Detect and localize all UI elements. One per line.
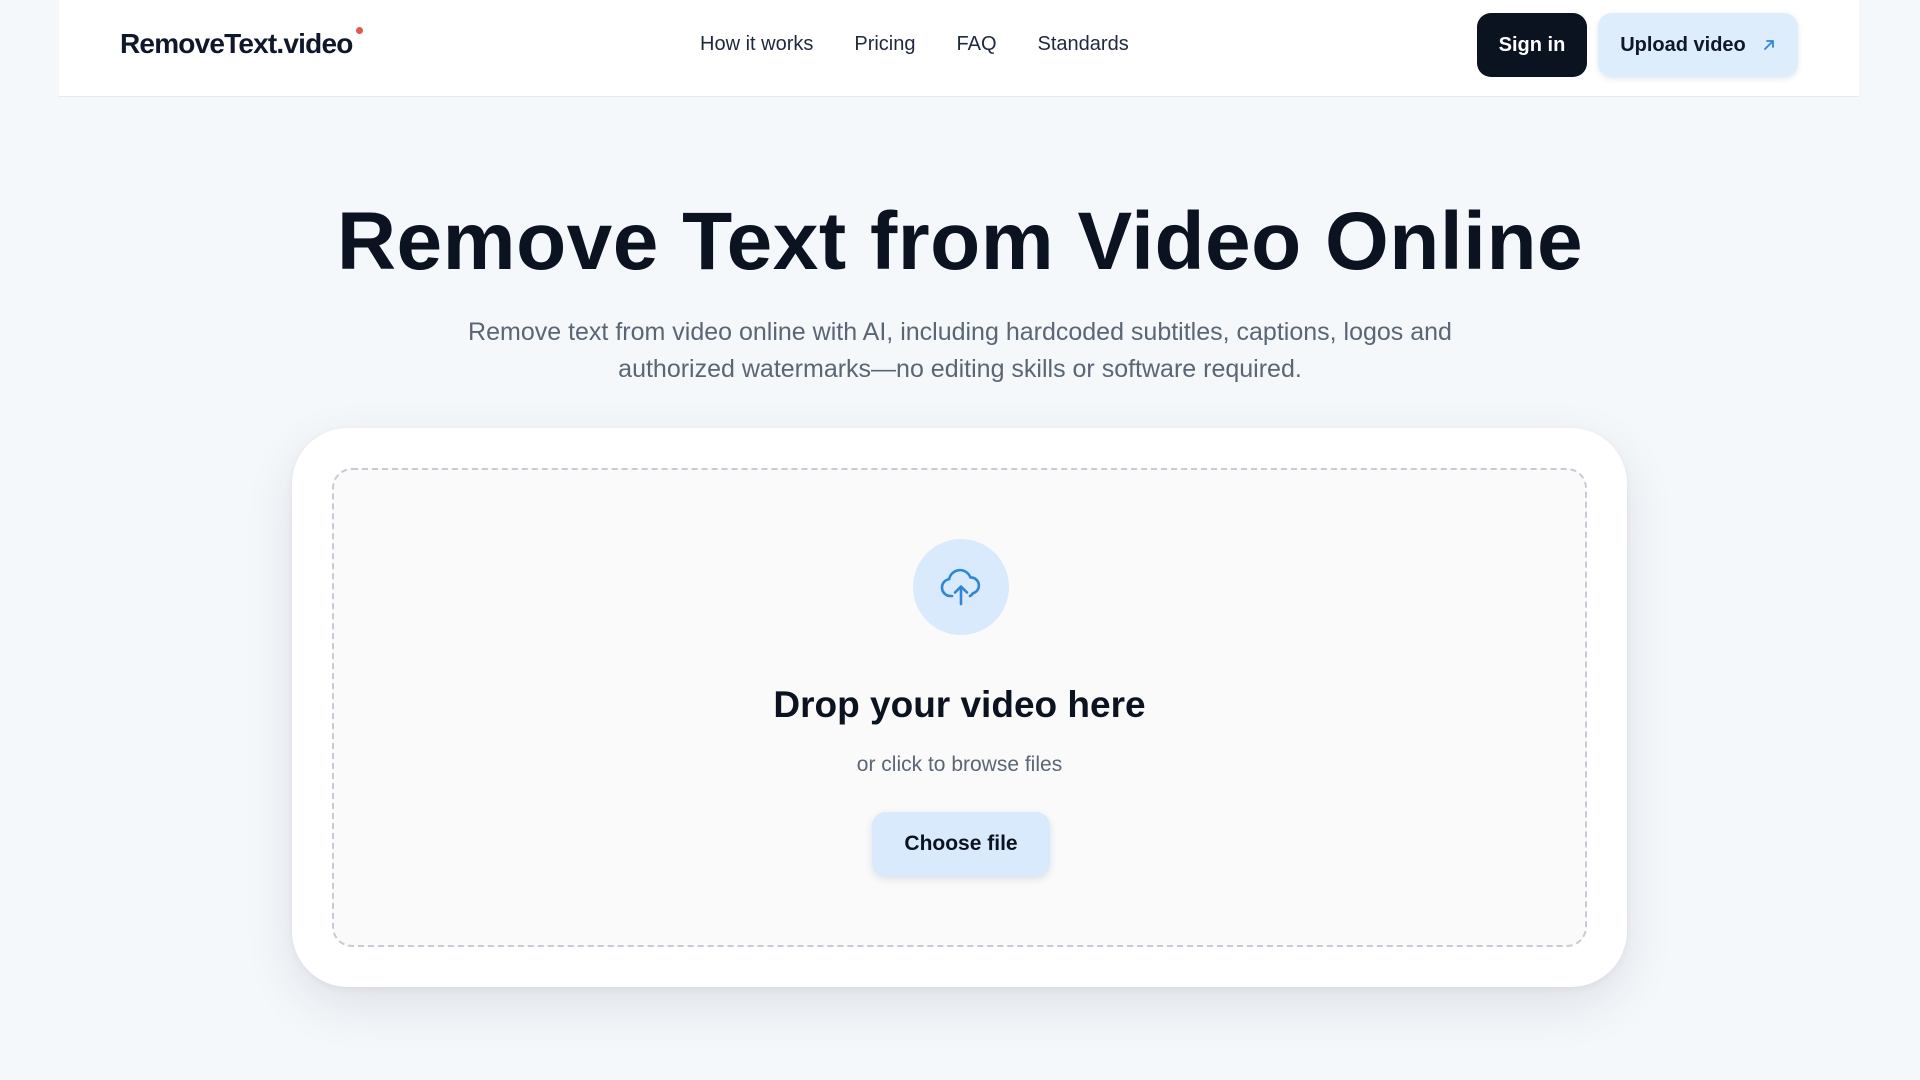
main-nav: How it works Pricing FAQ Standards [700,30,1129,58]
page-title: Remove Text from Video Online [336,196,1584,287]
page-subtitle-line-2: authorized watermarks—no editing skills … [618,355,1302,383]
brand-name: RemoveText.video [120,28,353,59]
top-navbar: RemoveText.video How it works Pricing FA… [59,0,1859,97]
brand-logo[interactable]: RemoveText.video [120,27,363,60]
sign-in-button[interactable]: Sign in [1477,13,1587,77]
nav-item-faq[interactable]: FAQ [957,30,997,58]
video-dropzone[interactable]: Drop your video here or click to browse … [332,468,1587,947]
upload-card: Drop your video here or click to browse … [292,428,1627,987]
page-subtitle: Remove text from video online with AI, i… [410,314,1510,388]
brand-dot-icon [355,27,363,34]
nav-item-how-it-works[interactable]: How it works [700,30,813,58]
upload-video-label: Upload video [1620,33,1746,56]
upload-icon-badge [913,539,1009,635]
arrow-up-right-icon [1763,40,1774,50]
page-subtitle-line-1: Remove text from video online with AI, i… [468,318,1452,346]
upload-video-button[interactable]: Upload video [1598,13,1798,77]
nav-item-pricing[interactable]: Pricing [854,30,915,58]
cloud-upload-icon [940,568,981,606]
dropzone-subtitle: or click to browse files [856,753,1063,776]
choose-file-button[interactable]: Choose file [872,812,1050,876]
nav-item-standards[interactable]: Standards [1038,30,1129,58]
dropzone-title: Drop your video here [773,684,1146,725]
